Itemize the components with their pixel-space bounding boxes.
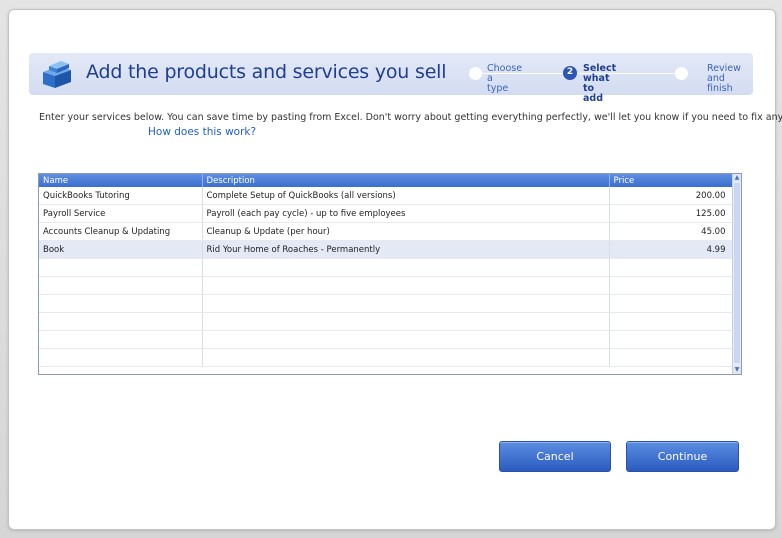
cell-price[interactable]: 45.00 <box>609 222 733 241</box>
table-row[interactable] <box>39 312 733 331</box>
cell-name[interactable] <box>39 330 203 349</box>
cell-description[interactable] <box>202 330 610 349</box>
step-1-dot <box>469 67 482 80</box>
cell-name[interactable]: Book <box>39 240 203 259</box>
services-grid[interactable]: Name Description Price QuickBooks Tutori… <box>38 173 742 375</box>
cell-name[interactable] <box>39 276 203 295</box>
cell-description[interactable] <box>202 258 610 277</box>
scroll-down-icon[interactable]: ▼ <box>733 366 741 374</box>
table-row[interactable]: Accounts Cleanup & Updating Cleanup & Upd… <box>39 222 733 241</box>
cell-name[interactable] <box>39 294 203 313</box>
column-header-name[interactable]: Name <box>39 174 203 187</box>
services-table: Name Description Price QuickBooks Tutori… <box>39 174 733 367</box>
page-title: Add the products and services you sell <box>86 61 447 83</box>
table-header-row: Name Description Price <box>39 174 733 187</box>
cell-name[interactable] <box>39 258 203 277</box>
column-header-price[interactable]: Price <box>609 174 733 187</box>
continue-button[interactable]: Continue <box>626 441 739 472</box>
table-row[interactable] <box>39 258 733 277</box>
cell-price[interactable]: 125.00 <box>609 204 733 223</box>
cell-price[interactable] <box>609 330 733 349</box>
cell-price[interactable] <box>609 276 733 295</box>
stacked-boxes-icon <box>43 61 71 88</box>
cell-name[interactable]: QuickBooks Tutoring <box>39 187 203 205</box>
step-2-dot: 2 <box>563 66 577 80</box>
step-3-label: Review and finish <box>707 63 741 94</box>
table-row[interactable]: Payroll Service Payroll (each pay cycle) … <box>39 204 733 223</box>
cancel-button[interactable]: Cancel <box>499 441 611 472</box>
intro-text: Enter your services below. You can save … <box>39 112 782 123</box>
cell-description[interactable]: Cleanup & Update (per hour) <box>202 222 610 241</box>
cell-price[interactable] <box>609 294 733 313</box>
step-1-label: Choose a type <box>487 63 523 94</box>
cell-description[interactable]: Complete Setup of QuickBooks (all versio… <box>202 187 610 205</box>
cell-description[interactable]: Rid Your Home of Roaches - Permanently <box>202 240 610 259</box>
cell-price[interactable] <box>609 312 733 331</box>
how-does-this-work-link[interactable]: How does this work? <box>148 126 256 138</box>
cell-price[interactable] <box>609 258 733 277</box>
cell-description[interactable]: Payroll (each pay cycle) - up to five em… <box>202 204 610 223</box>
cell-description[interactable] <box>202 294 610 313</box>
table-row[interactable]: QuickBooks Tutoring Complete Setup of Qui… <box>39 187 733 205</box>
table-row[interactable]: Book Rid Your Home of Roaches - Permanent… <box>39 240 733 259</box>
cell-price[interactable]: 4.99 <box>609 240 733 259</box>
scroll-up-icon[interactable]: ▲ <box>733 174 741 182</box>
cell-price[interactable] <box>609 348 733 367</box>
cell-price[interactable]: 200.00 <box>609 187 733 205</box>
cell-name[interactable]: Payroll Service <box>39 204 203 223</box>
cell-name[interactable] <box>39 312 203 331</box>
cell-description[interactable] <box>202 276 610 295</box>
step-2-label: Select what to add <box>583 63 617 104</box>
table-row[interactable] <box>39 330 733 349</box>
cell-description[interactable] <box>202 312 610 331</box>
column-header-description[interactable]: Description <box>202 174 610 187</box>
table-row[interactable] <box>39 276 733 295</box>
table-row[interactable] <box>39 348 733 367</box>
table-row[interactable] <box>39 294 733 313</box>
cell-name[interactable]: Accounts Cleanup & Updating <box>39 222 203 241</box>
scrollbar-thumb[interactable] <box>734 183 740 363</box>
cell-description[interactable] <box>202 348 610 367</box>
vertical-scrollbar[interactable]: ▲ ▼ <box>732 174 741 374</box>
step-3-dot <box>675 67 688 80</box>
cell-name[interactable] <box>39 348 203 367</box>
